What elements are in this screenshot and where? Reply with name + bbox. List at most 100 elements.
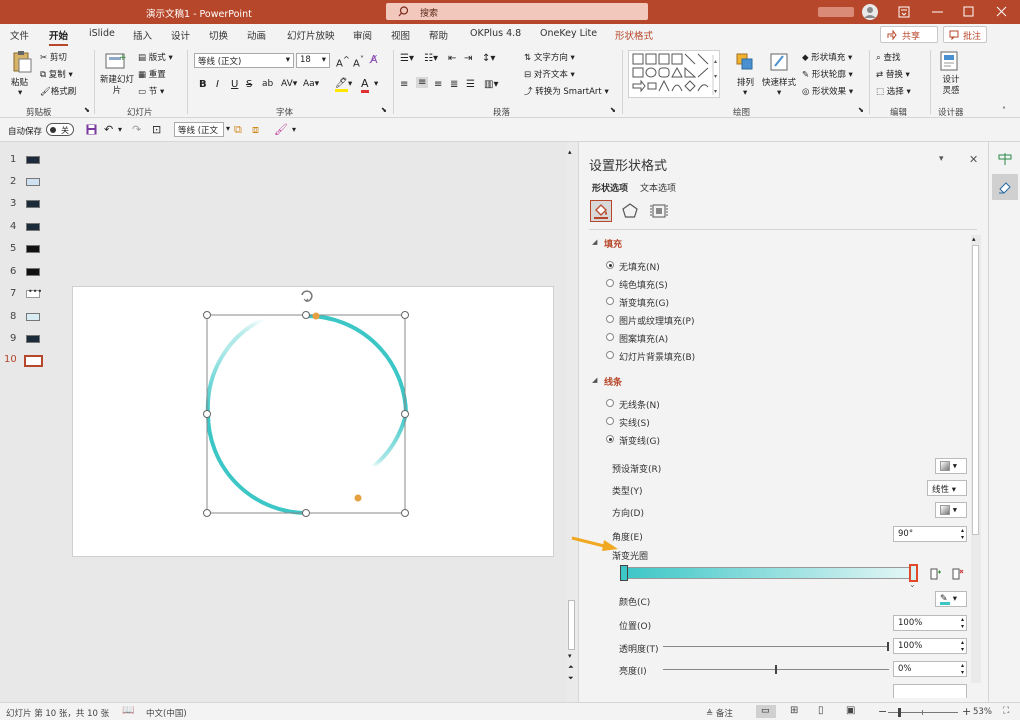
comments-button[interactable]: 批注 [943, 26, 987, 43]
option-gradient-line[interactable]: 渐变线(G) [619, 434, 660, 447]
radio-no-fill[interactable] [606, 261, 614, 269]
line-section-header[interactable]: 线条 [604, 375, 622, 388]
reset-button[interactable]: ▦ 重置 [138, 68, 166, 80]
scroll-thumb[interactable] [568, 600, 575, 650]
slide-thumbnail[interactable] [26, 200, 40, 208]
option-pattern-fill[interactable]: 图案填充(A) [619, 332, 668, 345]
canvas-scrollbar[interactable]: ▴ ▾ ⏶ ⏷ [566, 142, 578, 702]
align-right-icon[interactable]: ≡ [434, 79, 442, 90]
reading-view-icon[interactable]: ▯ [818, 705, 824, 716]
collapse-ribbon-icon[interactable]: ˄ [1002, 106, 1006, 115]
find-button[interactable]: ⌕ 查找 [876, 51, 900, 63]
size-properties-icon[interactable] [650, 202, 668, 220]
underline-button[interactable]: U [231, 79, 238, 90]
option-no-fill[interactable]: 无填充(N) [619, 260, 660, 273]
tab-animations[interactable]: 动画 [247, 28, 266, 42]
zoom-out-icon[interactable]: − [878, 705, 887, 718]
group-icon[interactable]: ⧉ [234, 123, 242, 137]
transparency-slider-thumb[interactable] [887, 642, 889, 651]
arrange-label[interactable]: 排列 [737, 76, 754, 88]
font-color-dropdown[interactable]: ▾ [374, 79, 378, 89]
notes-button[interactable]: ≜ 备注 [706, 707, 733, 719]
radio-slide-bg-fill[interactable] [606, 351, 614, 359]
tab-slideshow[interactable]: 幻灯片放映 [287, 28, 335, 42]
preset-gradient-dropdown[interactable]: ▾ [935, 458, 967, 474]
quick-styles-label[interactable]: 快速样式 [762, 76, 796, 88]
text-direction-button[interactable]: ⇅ 文字方向 ▾ [524, 51, 575, 63]
zoom-slider-thumb[interactable] [898, 708, 901, 717]
angle-spinner[interactable]: 90° ▴ ▾ [893, 526, 967, 542]
scroll-down-icon[interactable]: ▾ [568, 652, 572, 660]
font-size-combo[interactable]: 18 ▾ [296, 53, 330, 68]
ungroup-icon[interactable]: ⧈ [252, 123, 259, 137]
tab-transitions[interactable]: 切换 [209, 28, 228, 42]
avatar[interactable] [862, 4, 878, 20]
qat-font-dropdown[interactable]: ▾ [226, 124, 230, 133]
clipboard-launcher-icon[interactable]: ⬊ [84, 106, 90, 114]
pane-scroll-thumb[interactable] [972, 245, 979, 535]
option-solid-fill[interactable]: 纯色填充(S) [619, 278, 668, 291]
radio-gradient-line[interactable] [606, 435, 614, 443]
gradient-stop-start[interactable] [620, 565, 628, 581]
brightness-spinner[interactable]: 0% ▴ ▾ [893, 661, 967, 677]
shadow-button[interactable]: ab [262, 79, 273, 89]
slide-thumbnail[interactable] [26, 178, 40, 186]
zoom-slider[interactable] [888, 708, 958, 717]
tab-shape-options[interactable]: 形状选项 [592, 181, 628, 194]
option-picture-fill[interactable]: 图片或纹理填充(P) [619, 314, 694, 327]
gradient-stops-bar[interactable] [623, 567, 915, 579]
paste-label[interactable]: 粘贴 [11, 76, 28, 88]
fit-slide-icon[interactable]: ⛶ [1003, 706, 1009, 716]
font-launcher-icon[interactable]: ⬊ [381, 106, 387, 114]
slide-thumbnail[interactable] [26, 335, 40, 343]
radio-solid-fill[interactable] [606, 279, 614, 287]
radio-no-line[interactable] [606, 399, 614, 407]
line-spacing-icon[interactable]: ↕▾ [482, 53, 495, 64]
format-brush-icon[interactable]: 🖌 [274, 123, 288, 136]
prev-slide-icon[interactable]: ⏶ [568, 663, 574, 672]
design-ideas-label[interactable]: 设计灵感 [940, 75, 962, 97]
minimize-icon[interactable] [932, 11, 944, 13]
tab-design[interactable]: 设计 [171, 28, 190, 42]
brightness-slider-thumb[interactable] [775, 665, 777, 674]
option-gradient-fill[interactable]: 渐变填充(G) [619, 296, 669, 309]
fill-section-header[interactable]: 填充 [604, 237, 622, 250]
pane-options-icon[interactable]: ▾ [939, 154, 944, 164]
radio-solid-line[interactable] [606, 417, 614, 425]
clear-format-icon[interactable]: A̸ [370, 53, 378, 66]
cut-button[interactable]: ✂ 剪切 [40, 51, 67, 63]
slide-thumbnail[interactable] [26, 245, 40, 253]
remove-stop-icon[interactable] [949, 566, 965, 582]
qat-font-combo[interactable]: 等线 (正文 [174, 122, 224, 137]
slide-sorter-icon[interactable]: ⊞ [790, 705, 798, 716]
close-window-icon[interactable] [996, 6, 1008, 18]
zoom-level[interactable]: 53% [973, 707, 992, 717]
maximize-icon[interactable] [963, 6, 975, 18]
char-spacing-button[interactable]: AV▾ [281, 79, 297, 89]
tab-file[interactable]: 文件 [10, 28, 29, 42]
arrange-dropdown[interactable]: ▾ [743, 88, 747, 98]
undo-icon[interactable]: ↶ [104, 123, 113, 136]
section-button[interactable]: ▭ 节 ▾ [138, 85, 164, 97]
radio-picture-fill[interactable] [606, 315, 614, 323]
increase-font-icon[interactable]: A^ [336, 54, 350, 69]
font-color-icon[interactable]: A [361, 77, 369, 93]
indent-icon[interactable]: ⇥ [464, 53, 472, 64]
tab-islide[interactable]: iSlide [89, 28, 115, 39]
outline-pane-icon[interactable] [998, 152, 1012, 166]
slide-thumbnail[interactable] [26, 156, 40, 164]
new-slide-icon[interactable]: + [104, 50, 128, 72]
tab-onekey[interactable]: OneKey Lite [540, 28, 597, 39]
color-picker[interactable]: ✎ ▾ [935, 591, 967, 607]
pane-close-icon[interactable]: ✕ [969, 153, 978, 166]
align-text-button[interactable]: ⊟ 对齐文本 ▾ [524, 68, 575, 80]
bold-button[interactable]: B [199, 79, 207, 90]
radio-pattern-fill[interactable] [606, 333, 614, 341]
tab-insert[interactable]: 插入 [133, 28, 152, 42]
option-solid-line[interactable]: 实线(S) [619, 416, 650, 429]
strikethrough-button[interactable]: S [246, 79, 252, 90]
type-dropdown[interactable]: 线性 ▾ [927, 480, 967, 496]
fill-collapse-icon[interactable]: ◢ [592, 238, 597, 246]
select-button[interactable]: ⬚ 选择 ▾ [876, 85, 911, 97]
pane-scroll-up-icon[interactable]: ▴ [972, 235, 976, 243]
